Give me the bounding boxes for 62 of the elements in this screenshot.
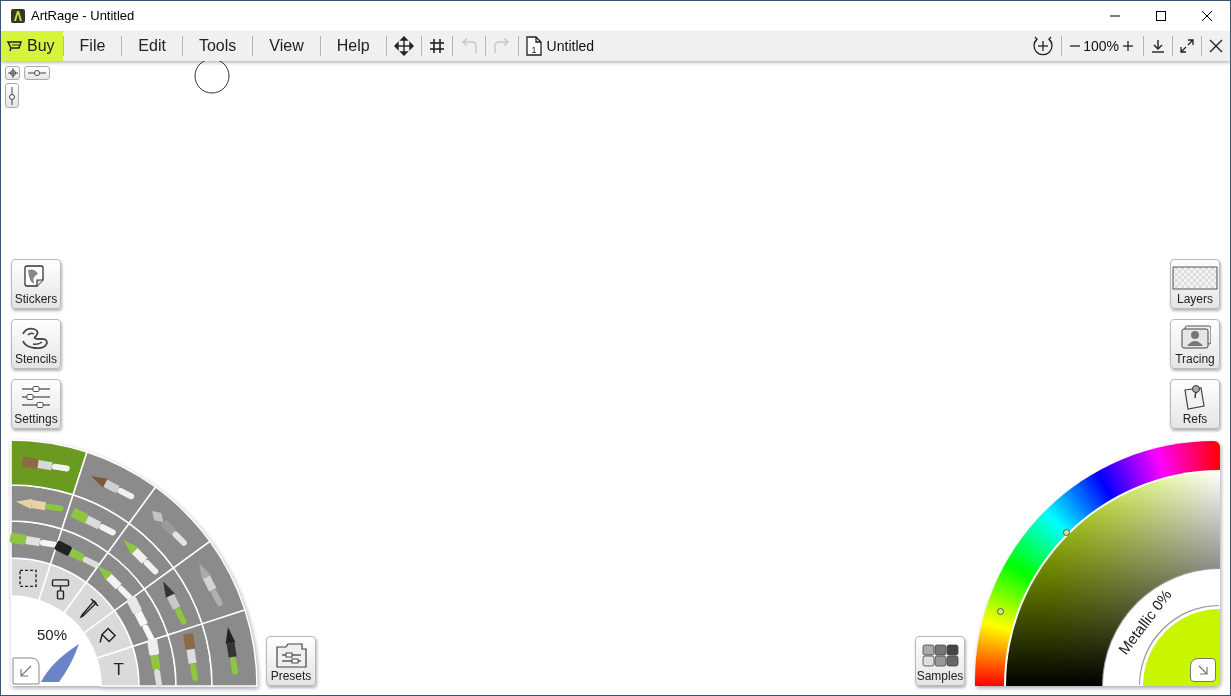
tool-button[interactable]: T bbox=[95, 645, 140, 687]
maximize-icon bbox=[1155, 10, 1167, 22]
brush-cursor bbox=[194, 58, 230, 94]
panel-button[interactable]: Stencils bbox=[11, 319, 61, 369]
brush-icon bbox=[21, 456, 71, 472]
menu-item[interactable]: Buy bbox=[1, 31, 63, 61]
tube-icon bbox=[126, 595, 156, 643]
collapse-button[interactable] bbox=[1190, 658, 1216, 682]
marker-icon bbox=[123, 539, 160, 576]
menu-item[interactable]: File bbox=[63, 31, 122, 61]
pen-icon bbox=[163, 581, 188, 626]
brush-size-reading: 50% bbox=[37, 626, 68, 643]
spray-icon bbox=[53, 540, 101, 570]
picker-handle[interactable] bbox=[997, 608, 1004, 615]
menu-item[interactable]: Edit bbox=[122, 31, 182, 61]
panel-button[interactable]: Stickers bbox=[11, 259, 61, 309]
crayon-icon bbox=[97, 565, 134, 602]
panel-button[interactable]: Refs bbox=[1170, 379, 1220, 429]
picture-frame-icon bbox=[1179, 323, 1211, 351]
brush-size-icon bbox=[41, 644, 79, 682]
brush-icon bbox=[91, 475, 136, 501]
arrow-icon bbox=[1197, 664, 1209, 676]
slider-icon bbox=[8, 85, 16, 106]
airbrush-icon bbox=[199, 563, 224, 608]
app-icon bbox=[10, 8, 26, 24]
panel-button[interactable]: Settings bbox=[11, 379, 61, 429]
knife-icon bbox=[152, 511, 189, 548]
samples-button[interactable]: Samples bbox=[915, 636, 965, 686]
menu-item[interactable]: Tools bbox=[182, 31, 253, 61]
brush-icon bbox=[183, 632, 199, 682]
presets-button[interactable]: Presets bbox=[266, 636, 316, 686]
zoom-level: 100% bbox=[1083, 36, 1119, 56]
folder-icon bbox=[274, 640, 308, 668]
eraser-icon bbox=[9, 532, 59, 548]
dropper-icon bbox=[79, 598, 99, 619]
pencil-icon bbox=[15, 499, 64, 512]
slider-icon bbox=[27, 69, 47, 77]
menu-item[interactable]: View bbox=[253, 31, 320, 61]
sliders-icon bbox=[20, 383, 52, 411]
text-tool-icon: T bbox=[113, 659, 124, 679]
panel-button[interactable]: Tracing bbox=[1170, 319, 1220, 369]
slider-button[interactable] bbox=[24, 66, 50, 80]
close-icon bbox=[1201, 10, 1213, 22]
picker-handle[interactable] bbox=[1063, 529, 1070, 536]
cart-icon bbox=[7, 40, 22, 52]
pen-icon bbox=[225, 627, 239, 676]
document-name: Untitled bbox=[546, 36, 595, 56]
selection-icon bbox=[19, 569, 37, 588]
glitter-tube-icon bbox=[147, 638, 163, 688]
panel-button[interactable]: Layers bbox=[1170, 259, 1220, 309]
crosshair-icon bbox=[7, 68, 18, 78]
roller-icon bbox=[70, 507, 117, 537]
collapse-button[interactable] bbox=[12, 657, 40, 685]
crosshair-button[interactable] bbox=[5, 66, 20, 80]
vertical-slider-button[interactable] bbox=[5, 83, 19, 108]
tool-button[interactable] bbox=[201, 609, 258, 687]
layer-icon bbox=[1172, 263, 1218, 291]
window-title: ArtRage - Untitled bbox=[31, 7, 135, 26]
menu-item[interactable]: Help bbox=[320, 31, 386, 61]
swatch-grid-icon bbox=[920, 642, 960, 668]
bucket-icon bbox=[99, 627, 117, 644]
roller-icon bbox=[51, 579, 70, 600]
